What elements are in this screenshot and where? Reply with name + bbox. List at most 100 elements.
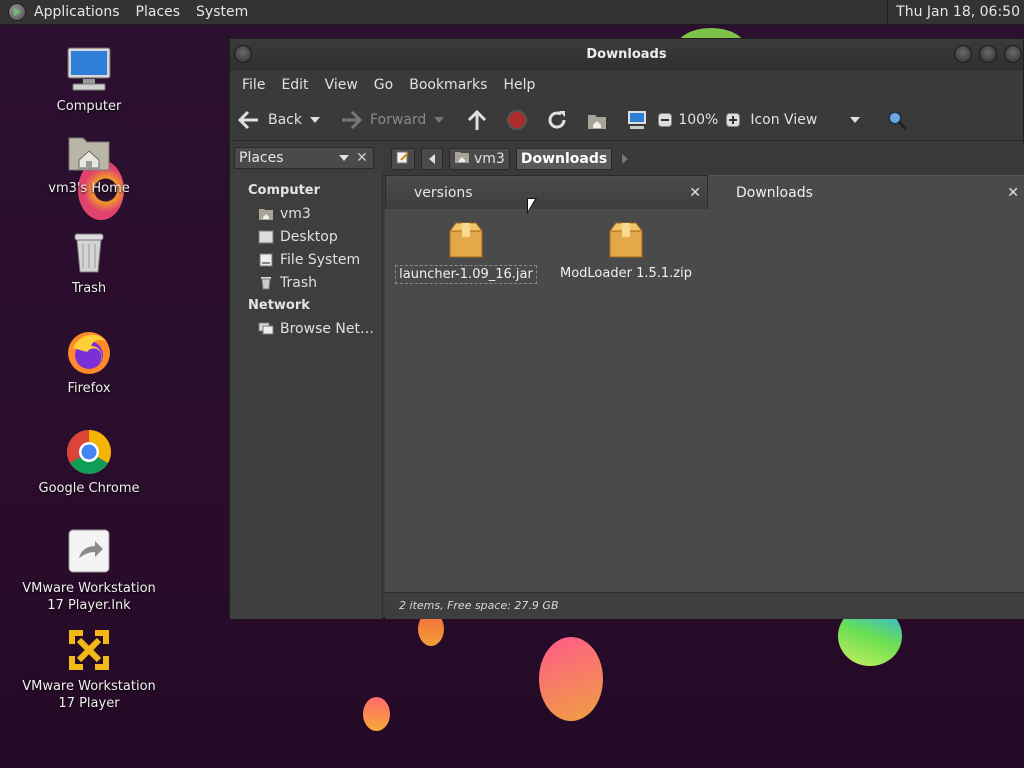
sidebar-heading-computer: Computer	[248, 183, 321, 198]
tab-strip: versions ✕ Downloads ✕	[385, 175, 1024, 209]
sidebar-item-desktop[interactable]: Desktop	[230, 225, 382, 248]
back-history-caret-icon[interactable]	[310, 116, 320, 123]
places-sidebar: Computer vm3 Desktop File System Trash N…	[230, 173, 383, 619]
view-mode-select[interactable]: Icon View	[750, 111, 861, 128]
computer-icon	[65, 46, 113, 94]
panel-clock[interactable]: Thu Jan 18, 06:50	[887, 0, 1020, 24]
zoom-level[interactable]: 100%	[678, 112, 718, 128]
back-button[interactable]: Back	[237, 109, 320, 131]
back-label: Back	[268, 111, 302, 128]
package-icon	[448, 221, 484, 259]
search-icon[interactable]	[886, 109, 908, 131]
forward-button[interactable]: Forward	[340, 109, 445, 131]
desktop-icon-label-line2: 17 Player.lnk	[47, 598, 131, 613]
home-folder-icon	[258, 207, 274, 221]
sidebar-heading-network: Network	[248, 298, 310, 313]
sidepane-selector-label: Places	[239, 150, 284, 166]
menu-go[interactable]: Go	[366, 77, 401, 93]
chevron-right-icon[interactable]	[622, 154, 629, 164]
home-folder-icon	[454, 150, 470, 168]
file-name: launcher-1.09_16.jar	[395, 265, 537, 284]
distro-logo-icon[interactable]	[8, 3, 26, 21]
menu-bar: File Edit View Go Bookmarks Help	[230, 71, 1023, 99]
desktop-icon-chrome[interactable]: Google Chrome	[14, 428, 164, 497]
zoom-in-icon[interactable]	[726, 112, 741, 127]
top-panel: Applications Places System Thu Jan 18, 0…	[0, 0, 1024, 25]
forward-arrow-icon	[340, 109, 363, 131]
status-bar: 2 items, Free space: 27.9 GB	[385, 592, 1024, 619]
sidebar-item-label: vm3	[280, 205, 311, 222]
firefox-icon	[65, 328, 113, 376]
sidebar-item-filesystem[interactable]: File System	[230, 248, 382, 271]
minimize-button[interactable]	[954, 45, 972, 63]
sidepane-close-icon[interactable]: ✕	[352, 147, 372, 169]
sidebar-item-vm3[interactable]: vm3	[230, 202, 382, 225]
stop-icon[interactable]	[506, 109, 528, 131]
reload-icon[interactable]	[546, 109, 568, 131]
window-title: Downloads	[586, 47, 667, 62]
file-name: ModLoader 1.5.1.zip	[560, 266, 692, 281]
view-mode-caret-icon	[850, 116, 861, 123]
up-arrow-icon[interactable]	[466, 109, 488, 131]
desktop-icon-computer[interactable]: Computer	[14, 46, 164, 115]
sidebar-item-label: Desktop	[280, 228, 338, 245]
forward-history-caret-icon[interactable]	[434, 116, 445, 123]
window-titlebar[interactable]: Downloads	[230, 39, 1023, 71]
tab-versions[interactable]: versions ✕	[385, 175, 708, 209]
sidebar-item-label: Browse Net…	[280, 320, 375, 337]
desktop-icon-label-line2: 17 Player	[58, 696, 120, 711]
menu-edit[interactable]: Edit	[273, 77, 316, 93]
desktop-icon-label: Trash	[71, 281, 107, 296]
home-icon[interactable]	[586, 109, 608, 131]
maximize-button[interactable]	[979, 45, 997, 63]
panel-menu-system[interactable]: System	[196, 4, 248, 20]
chevron-left-icon	[429, 154, 435, 164]
desktop-icon-home[interactable]: vm3's Home	[14, 128, 164, 197]
view-mode-label: Icon View	[750, 111, 818, 128]
breadcrumb-vm3[interactable]: vm3	[449, 148, 510, 170]
window-menu-button[interactable]	[234, 45, 252, 63]
menu-bookmarks[interactable]: Bookmarks	[401, 77, 495, 93]
file-view[interactable]: launcher-1.09_16.jar ModLoader 1.5.1.zip	[385, 209, 1024, 592]
tab-label: Downloads	[736, 185, 813, 201]
sidebar-item-label: Trash	[280, 274, 317, 291]
tab-downloads[interactable]: Downloads ✕	[708, 175, 1024, 209]
vmware-icon	[65, 626, 113, 674]
forward-label: Forward	[370, 111, 427, 128]
file-item[interactable]: ModLoader 1.5.1.zip	[551, 221, 701, 282]
breadcrumb-label: Downloads	[520, 151, 608, 167]
breadcrumb-downloads[interactable]: Downloads	[515, 148, 613, 170]
desktop-icon-trash[interactable]: Trash	[14, 228, 164, 297]
menu-help[interactable]: Help	[495, 77, 543, 93]
network-icon	[258, 322, 274, 336]
edit-icon	[396, 150, 410, 168]
desktop-icon-firefox[interactable]: Firefox	[14, 328, 164, 397]
desktop-icon-vmware[interactable]: VMware Workstation 17 Player	[14, 626, 164, 712]
sidebar-item-trash[interactable]: Trash	[230, 271, 382, 294]
wallpaper-bubble	[539, 637, 603, 721]
desktop-icon-vmware-lnk[interactable]: VMware Workstation 17 Player.lnk	[14, 528, 164, 614]
sidepane-caret-icon	[339, 155, 349, 161]
tab-close-icon[interactable]: ✕	[689, 176, 701, 210]
file-item[interactable]: launcher-1.09_16.jar	[391, 221, 541, 284]
menu-view[interactable]: View	[317, 77, 366, 93]
computer-icon[interactable]	[626, 109, 648, 131]
sidebar-item-browse-network[interactable]: Browse Net…	[230, 317, 382, 340]
trash-icon	[258, 276, 274, 290]
breadcrumb-back-button[interactable]	[421, 148, 443, 170]
mouse-pointer-icon	[527, 198, 537, 214]
desktop-icon	[258, 230, 274, 244]
close-button[interactable]	[1004, 45, 1022, 63]
zoom-out-icon[interactable]	[658, 112, 673, 127]
panel-menu-places[interactable]: Places	[136, 4, 181, 20]
package-icon	[608, 221, 644, 259]
menu-file[interactable]: File	[234, 77, 273, 93]
location-bar: vm3 Downloads	[383, 143, 1024, 175]
trash-icon	[65, 228, 113, 276]
location-text-toggle-button[interactable]	[391, 148, 415, 170]
desktop-icon-label-line1: VMware Workstation	[22, 679, 156, 694]
desktop-icon-label-line1: VMware Workstation	[22, 581, 156, 596]
tab-close-icon[interactable]: ✕	[1007, 176, 1019, 210]
chrome-icon	[65, 428, 113, 476]
panel-menu-applications[interactable]: Applications	[34, 4, 120, 20]
